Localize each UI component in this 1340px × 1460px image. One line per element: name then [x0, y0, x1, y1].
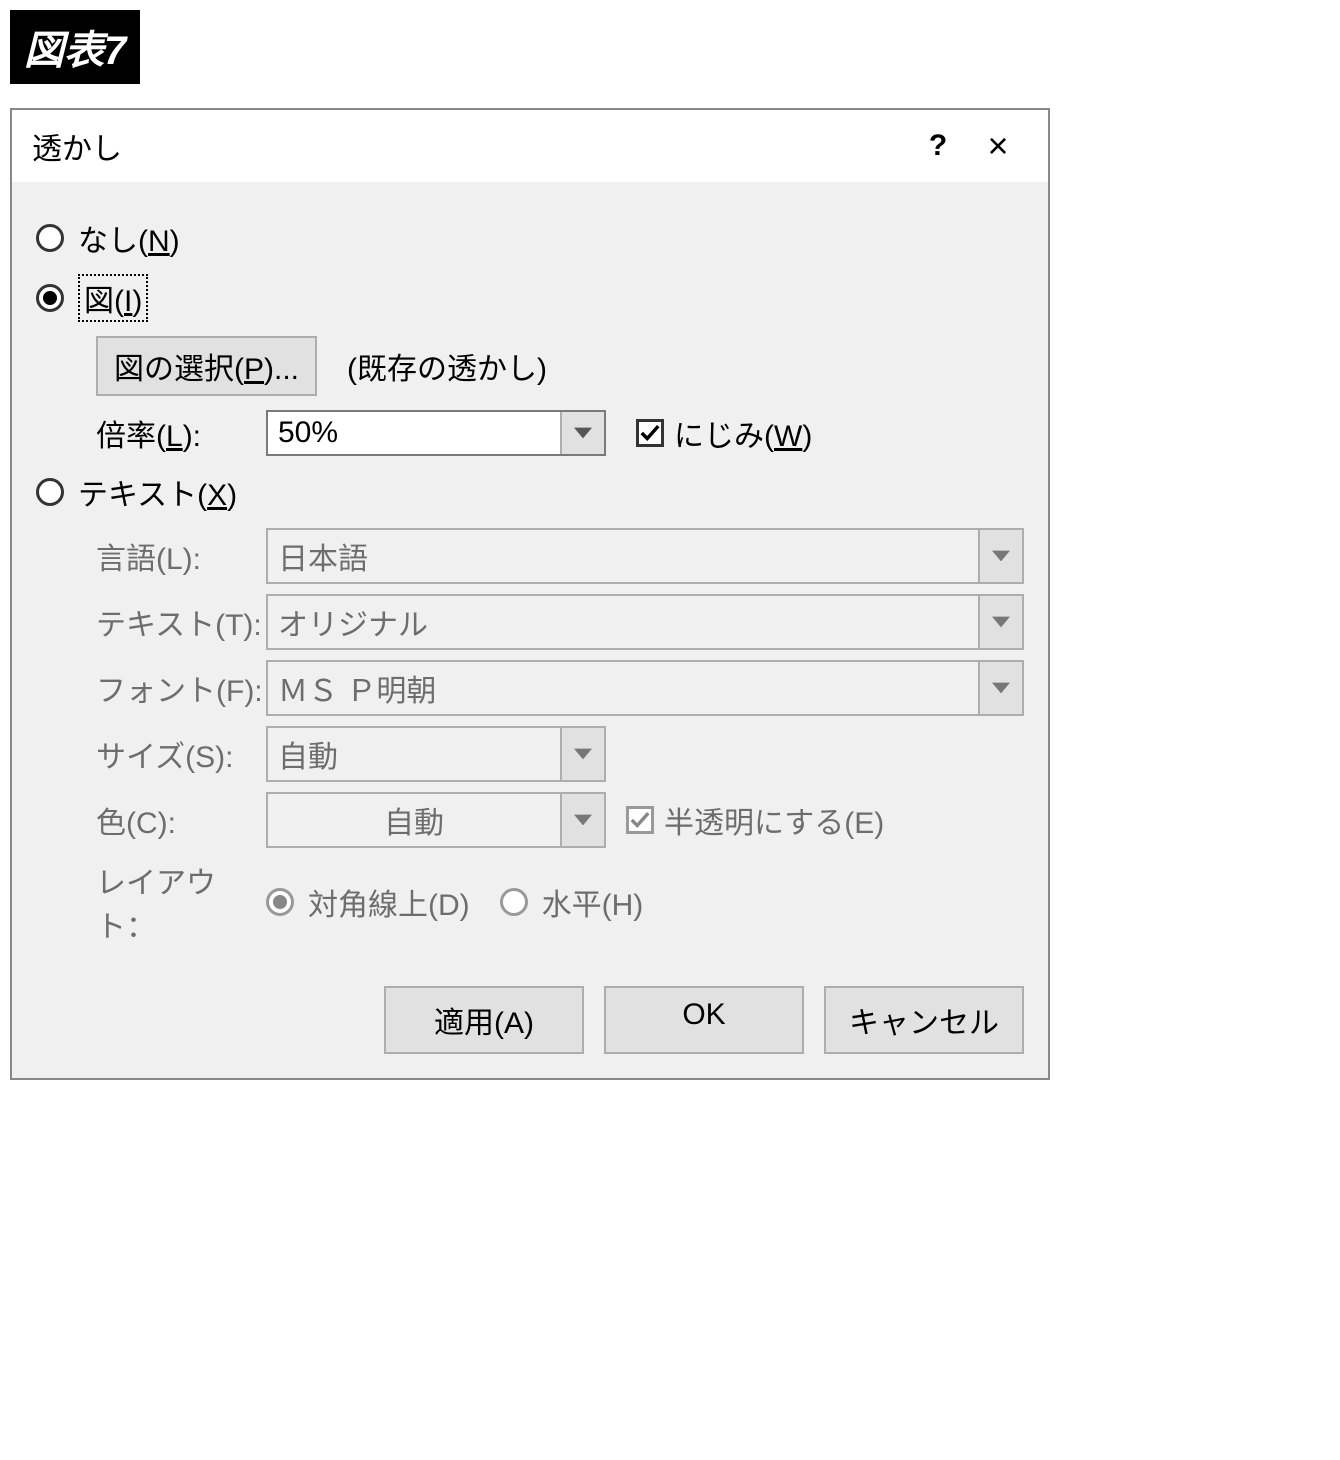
semitransparent-checkbox[interactable]: [626, 806, 654, 834]
radio-row-text[interactable]: テキスト(X): [36, 470, 1024, 514]
text-value: オリジナル: [268, 596, 978, 648]
text-combo[interactable]: オリジナル: [266, 594, 1024, 650]
watermark-dialog: 透かし ? × なし(N) 図(I) 図の選択(P)... (既存の透かし): [10, 108, 1050, 1080]
cancel-button[interactable]: キャンセル: [824, 986, 1024, 1054]
ok-button[interactable]: OK: [604, 986, 804, 1054]
washout-checkbox[interactable]: [636, 419, 664, 447]
scale-combo[interactable]: 50%: [266, 410, 606, 456]
layout-row: レイアウト： 対角線上(D) 水平(H): [96, 858, 1024, 946]
radio-none-label: なし(N): [78, 216, 180, 260]
text-section: 言語(L): 日本語 テキスト(T): オリジナル フォ: [96, 528, 1024, 946]
radio-none[interactable]: [36, 224, 64, 252]
semitransparent-row[interactable]: 半透明にする(E): [626, 798, 884, 842]
chevron-down-icon[interactable]: [560, 728, 604, 780]
text-label: テキスト(T):: [96, 600, 266, 644]
help-button[interactable]: ?: [908, 129, 968, 163]
existing-watermark-label: (既存の透かし): [347, 344, 547, 388]
layout-horizontal-option[interactable]: 水平(H): [500, 880, 644, 924]
diagonal-label: 対角線上(D): [308, 880, 470, 924]
dialog-title: 透かし: [32, 124, 908, 168]
radio-diagonal[interactable]: [266, 888, 294, 916]
figure-badge: 図表7: [10, 10, 140, 84]
chevron-down-icon[interactable]: [978, 596, 1022, 648]
select-picture-button[interactable]: 図の選択(P)...: [96, 336, 317, 396]
radio-picture[interactable]: [36, 284, 64, 312]
radio-horizontal[interactable]: [500, 888, 528, 916]
color-combo[interactable]: 自動: [266, 792, 606, 848]
color-row: 色(C): 自動 半透明にする(E): [96, 792, 1024, 848]
apply-button[interactable]: 適用(A): [384, 986, 584, 1054]
language-value: 日本語: [268, 530, 978, 582]
language-combo[interactable]: 日本語: [266, 528, 1024, 584]
radio-text-label: テキスト(X): [78, 470, 237, 514]
font-label: フォント(F):: [96, 666, 266, 710]
dialog-content: なし(N) 図(I) 図の選択(P)... (既存の透かし) 倍率(L): 50…: [12, 182, 1048, 1078]
color-value: 自動: [268, 794, 560, 846]
chevron-down-icon[interactable]: [560, 412, 604, 454]
size-combo[interactable]: 自動: [266, 726, 606, 782]
font-row: フォント(F): ＭＳ Ｐ明朝: [96, 660, 1024, 716]
scale-value: 50%: [268, 412, 560, 454]
close-button[interactable]: ×: [968, 131, 1028, 161]
radio-row-picture[interactable]: 図(I): [36, 274, 1024, 322]
size-value: 自動: [268, 728, 560, 780]
scale-label: 倍率(L):: [96, 411, 266, 455]
chevron-down-icon[interactable]: [978, 530, 1022, 582]
font-combo[interactable]: ＭＳ Ｐ明朝: [266, 660, 1024, 716]
layout-diagonal-option[interactable]: 対角線上(D): [266, 880, 470, 924]
font-value: ＭＳ Ｐ明朝: [268, 662, 978, 714]
horizontal-label: 水平(H): [542, 880, 644, 924]
select-picture-row: 図の選択(P)... (既存の透かし): [96, 336, 1024, 396]
titlebar: 透かし ? ×: [12, 110, 1048, 182]
washout-check-row[interactable]: にじみ(W): [636, 411, 812, 455]
size-row: サイズ(S): 自動: [96, 726, 1024, 782]
size-label: サイズ(S):: [96, 732, 266, 776]
radio-text[interactable]: [36, 478, 64, 506]
text-row: テキスト(T): オリジナル: [96, 594, 1024, 650]
semitransparent-label: 半透明にする(E): [664, 798, 884, 842]
radio-picture-label: 図(I): [78, 274, 148, 322]
chevron-down-icon[interactable]: [560, 794, 604, 846]
scale-row: 倍率(L): 50% にじみ(W): [96, 410, 1024, 456]
language-row: 言語(L): 日本語: [96, 528, 1024, 584]
language-label: 言語(L):: [96, 534, 266, 578]
layout-label: レイアウト：: [96, 858, 266, 946]
color-label: 色(C):: [96, 798, 266, 842]
washout-label: にじみ(W): [674, 411, 812, 455]
radio-row-none[interactable]: なし(N): [36, 216, 1024, 260]
dialog-footer: 適用(A) OK キャンセル: [36, 986, 1024, 1054]
chevron-down-icon[interactable]: [978, 662, 1022, 714]
